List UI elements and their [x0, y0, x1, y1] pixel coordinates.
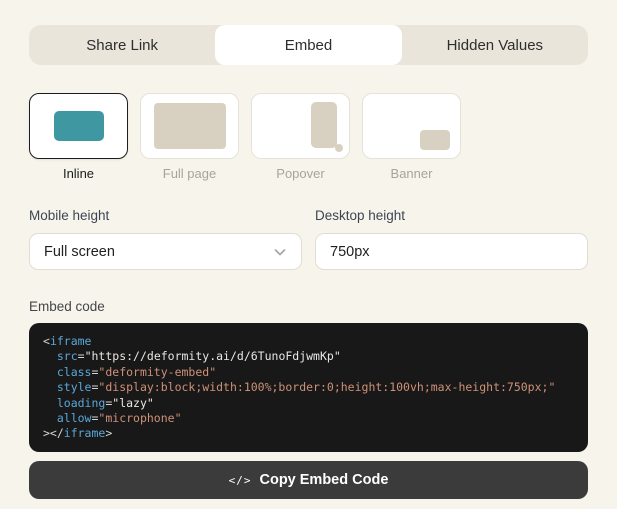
copy-embed-code-label: Copy Embed Code	[259, 472, 389, 488]
tab-hidden-values[interactable]: Hidden Values	[402, 25, 588, 65]
embed-code-block: <iframe src="https://deformity.ai/d/6Tun…	[29, 323, 588, 452]
tab-bar: Share Link Embed Hidden Values	[29, 25, 588, 65]
embed-type-popover-label: Popover	[276, 166, 325, 181]
embed-code-line: style="display:block;width:100%;border:0…	[56, 380, 556, 395]
embed-code-line: <iframe	[43, 334, 92, 348]
embed-code-line: class="deformity-embed"	[56, 364, 217, 379]
embed-type-full-page-label: Full page	[162, 166, 217, 181]
embed-code-line: allow="microphone"	[56, 411, 182, 426]
embed-code-line: src="https://deformity.ai/d/6TunoFdjwmKp…	[56, 349, 341, 364]
tab-embed[interactable]: Embed	[215, 25, 402, 65]
embed-code-line: loading="lazy"	[56, 395, 154, 410]
code-icon: </>	[228, 474, 252, 487]
full-page-preview-icon	[153, 103, 226, 149]
mobile-height-select[interactable]: Full screen	[29, 233, 302, 270]
banner-preview-icon	[420, 130, 450, 150]
embed-type-full-page[interactable]	[140, 93, 239, 159]
desktop-height-label: Desktop height	[315, 208, 406, 223]
popover-preview-icon	[311, 102, 337, 148]
inline-preview-icon	[53, 111, 104, 141]
embed-code-line: ></iframe>	[43, 426, 113, 441]
height-settings: Mobile height Full screen Desktop height	[29, 208, 588, 270]
copy-embed-code-button[interactable]: </> Copy Embed Code	[29, 461, 588, 499]
popover-launcher-dot-icon	[335, 144, 343, 152]
embed-type-banner[interactable]	[362, 93, 461, 159]
embed-type-inline[interactable]	[29, 93, 128, 159]
embed-code-label: Embed code	[29, 299, 105, 314]
embed-type-banner-label: Banner	[390, 166, 433, 181]
embed-type-inline-label: Inline	[62, 166, 95, 181]
embed-type-options: Inline Full page Popover Banner	[29, 93, 588, 181]
desktop-height-input[interactable]	[315, 233, 588, 270]
embed-type-popover[interactable]	[251, 93, 350, 159]
mobile-height-label: Mobile height	[29, 208, 110, 223]
mobile-height-value: Full screen	[44, 243, 115, 260]
tab-share-link[interactable]: Share Link	[29, 25, 215, 65]
chevron-down-icon	[274, 248, 286, 255]
embed-dialog: Share Link Embed Hidden Values Inline Fu…	[0, 0, 617, 499]
